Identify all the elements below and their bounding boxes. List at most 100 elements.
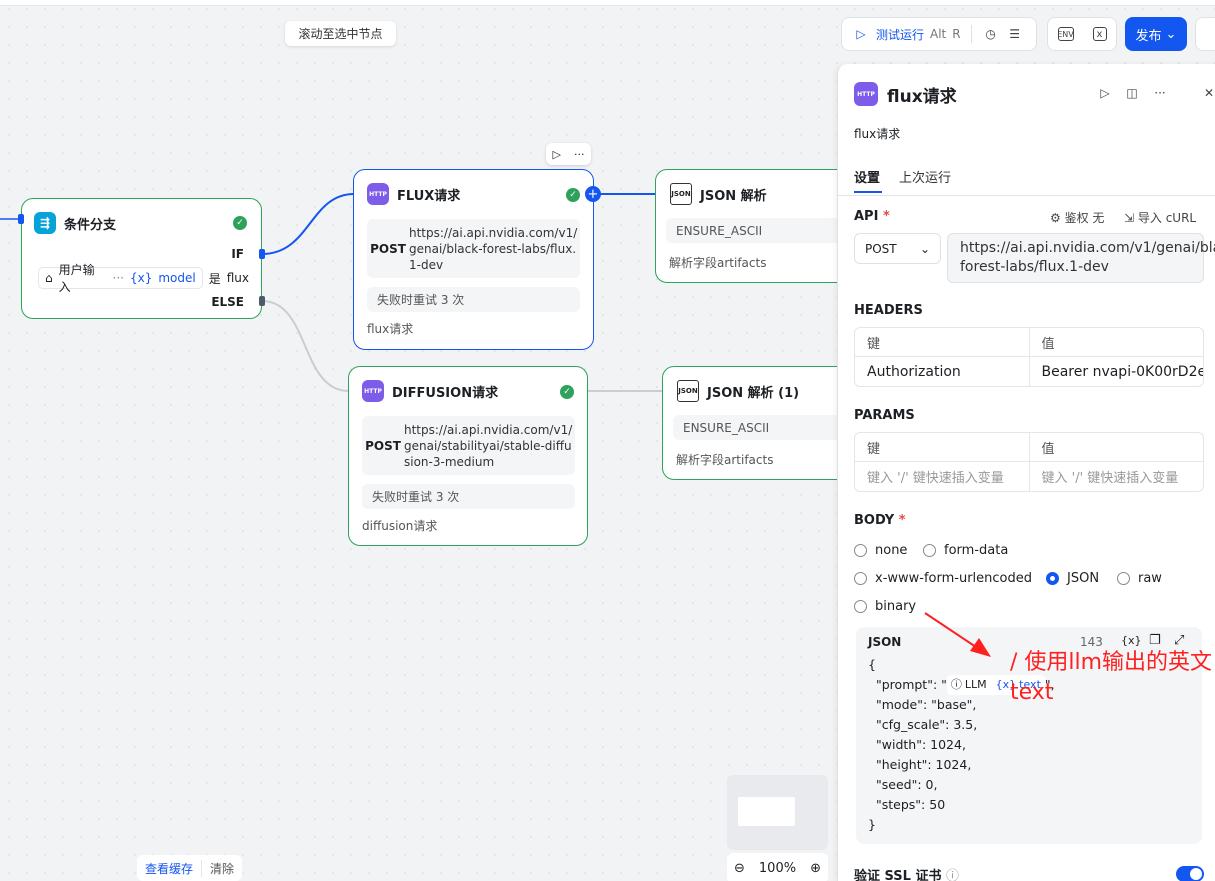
- publish-button[interactable]: 发布 ⌄: [1125, 17, 1187, 51]
- tab-last-run[interactable]: 上次运行: [899, 167, 951, 186]
- success-check-icon: ✓: [233, 216, 247, 230]
- minimap[interactable]: [727, 775, 828, 850]
- panel-subtitle[interactable]: flux请求: [854, 125, 900, 142]
- method: POST: [365, 438, 401, 453]
- history-button[interactable]: [1195, 17, 1215, 51]
- headers-label: HEADERS: [854, 303, 923, 318]
- node-desc: diffusion请求: [362, 519, 438, 533]
- ssl-toggle[interactable]: [1176, 866, 1204, 881]
- view-cache-button[interactable]: 查看缓存: [137, 860, 201, 877]
- request-box: POST https://ai.api.nvidia.com/v1/genai/…: [367, 219, 580, 278]
- zoom-in-icon[interactable]: ⊕: [810, 861, 821, 876]
- body-type-raw[interactable]: raw: [1117, 571, 1162, 586]
- annotation-text: / 使用llm输出的英文text: [1010, 650, 1213, 705]
- test-run-group: ▷ 测试运行 Alt R ◷ ☰: [841, 17, 1037, 51]
- llm-icon: ⓘ: [950, 678, 962, 691]
- body-type-form-data[interactable]: form-data: [923, 543, 1008, 558]
- insert-variable-icon[interactable]: {x}: [1121, 634, 1142, 647]
- more-icon[interactable]: ···: [574, 148, 585, 161]
- divider: [970, 25, 972, 43]
- url: https://ai.api.nvidia.com/v1/genai/stabi…: [404, 422, 573, 469]
- condition-row[interactable]: ⌂ 用户输入 ··· {x} model 是 flux: [38, 263, 249, 294]
- play-icon[interactable]: ▷: [1096, 84, 1114, 102]
- body-type-json[interactable]: JSON: [1046, 571, 1099, 586]
- params-label: PARAMS: [854, 408, 915, 423]
- flux-node[interactable]: HTTP FLUX请求 ✓ POST https://ai.api.nvidia…: [353, 169, 594, 350]
- body-type-urlencoded[interactable]: x-www-form-urlencoded: [854, 571, 1032, 586]
- shortcut-alt: Alt: [930, 27, 947, 41]
- node-title: JSON 解析 (1): [707, 385, 800, 401]
- http-icon: HTTP: [854, 82, 878, 106]
- shortcut-r: R: [952, 27, 961, 41]
- ssl-label: 验证 SSL 证书 ⓘ: [854, 869, 960, 881]
- node-settings-panel: HTTP flux请求 ▷ ◫ ··· ✕ flux请求 设置 上次运行 API…: [837, 64, 1215, 881]
- tab-settings[interactable]: 设置: [854, 167, 880, 186]
- var-source: 用户输入: [58, 263, 95, 294]
- param-key-input[interactable]: 键入 '/' 键快速插入变量: [855, 462, 1029, 491]
- body-label: BODY *: [854, 513, 906, 528]
- split-view-icon[interactable]: ◫: [1123, 84, 1141, 102]
- test-run-button[interactable]: 测试运行: [876, 26, 924, 43]
- publish-label: 发布: [1135, 28, 1162, 44]
- else-port[interactable]: [259, 296, 265, 306]
- condition-node[interactable]: ⇶ 条件分支 ✓ IF ⌂ 用户输入 ··· {x} model 是 flux EL…: [21, 198, 262, 319]
- play-icon: ▷: [856, 27, 866, 41]
- json-parse-node[interactable]: JSON JSON 解析 ENSURE_ASCII 解析字段artifacts: [655, 169, 856, 283]
- more-icon[interactable]: ···: [1151, 84, 1169, 102]
- scroll-to-selected-button[interactable]: 滚动至选中节点: [285, 21, 396, 46]
- zoom-level: 100%: [758, 860, 797, 876]
- json-line: "steps": 50: [876, 797, 946, 812]
- json-line: "height": 1024,: [876, 757, 972, 772]
- field-box: ENSURE_ASCII: [673, 415, 863, 440]
- zoom-out-icon[interactable]: ⊖: [734, 861, 745, 876]
- body-type-none[interactable]: none: [854, 543, 907, 558]
- request-box: POST https://ai.api.nvidia.com/v1/genai/…: [362, 416, 575, 475]
- close-icon[interactable]: ✕: [1200, 84, 1215, 102]
- field-box: ENSURE_ASCII: [666, 218, 856, 243]
- auth-button[interactable]: ⚙ 鉴权 无: [1050, 209, 1104, 226]
- header-key[interactable]: Authorization: [855, 357, 1029, 386]
- json-line: "cfg_scale": 3.5,: [876, 717, 978, 732]
- checklist-icon[interactable]: ☰: [1006, 25, 1024, 43]
- method: POST: [370, 241, 406, 256]
- env-icon[interactable]: ENV: [1057, 27, 1074, 41]
- add-node-icon[interactable]: +: [585, 186, 601, 202]
- method-value: POST: [865, 241, 897, 256]
- panel-title[interactable]: flux请求: [887, 82, 957, 107]
- param-value-input[interactable]: 键入 '/' 键快速插入变量: [1028, 462, 1204, 491]
- history-check-icon[interactable]: ◷: [982, 25, 1000, 43]
- retry-info: 失败时重试 3 次: [362, 484, 575, 509]
- node-desc: flux请求: [367, 322, 414, 336]
- chevron-down-icon: ⌄: [919, 241, 930, 256]
- body-type-binary[interactable]: binary: [854, 599, 916, 614]
- env-group: ENV x: [1047, 17, 1117, 51]
- url-input[interactable]: https://ai.api.nvidia.com/v1/genai/black…: [947, 233, 1215, 283]
- http-icon: HTTP: [362, 380, 384, 402]
- node-title: JSON 解析: [700, 188, 767, 204]
- url: https://ai.api.nvidia.com/v1/genai/black…: [409, 225, 578, 272]
- variable-icon[interactable]: x: [1092, 27, 1107, 41]
- branch-icon: ⇶: [34, 212, 56, 234]
- input-port[interactable]: [18, 214, 24, 224]
- json-label: JSON: [868, 635, 902, 649]
- clear-button[interactable]: 清除: [201, 859, 242, 877]
- col-key: 键: [867, 336, 881, 352]
- if-port[interactable]: [259, 249, 265, 259]
- success-check-icon: ✓: [566, 188, 580, 202]
- variable-icon: {x}: [129, 271, 153, 285]
- method-select[interactable]: POST ⌄: [854, 233, 941, 264]
- copy-icon[interactable]: ❐: [1149, 633, 1161, 648]
- else-label: ELSE: [211, 295, 244, 309]
- diffusion-node[interactable]: HTTP DIFFUSION请求 ✓ POST https://ai.api.n…: [348, 366, 588, 546]
- import-curl-button[interactable]: ⇲ 导入 cURL: [1124, 209, 1196, 226]
- if-label: IF: [231, 247, 244, 261]
- play-icon[interactable]: ▷: [553, 148, 561, 161]
- top-bar: [0, 0, 1215, 6]
- expand-icon[interactable]: ⤢: [1174, 633, 1184, 648]
- http-icon: HTTP: [367, 183, 389, 205]
- json-parse-node-1[interactable]: JSON JSON 解析 (1) ENSURE_ASCII 解析字段artifa…: [662, 366, 863, 480]
- col-value: 值: [1028, 328, 1204, 356]
- node-toolbar: ▷ ···: [546, 143, 591, 165]
- retry-info: 失败时重试 3 次: [367, 287, 580, 312]
- header-value[interactable]: Bearer nvapi-0K00rD2e7dUltlhfEnV: [1028, 357, 1203, 386]
